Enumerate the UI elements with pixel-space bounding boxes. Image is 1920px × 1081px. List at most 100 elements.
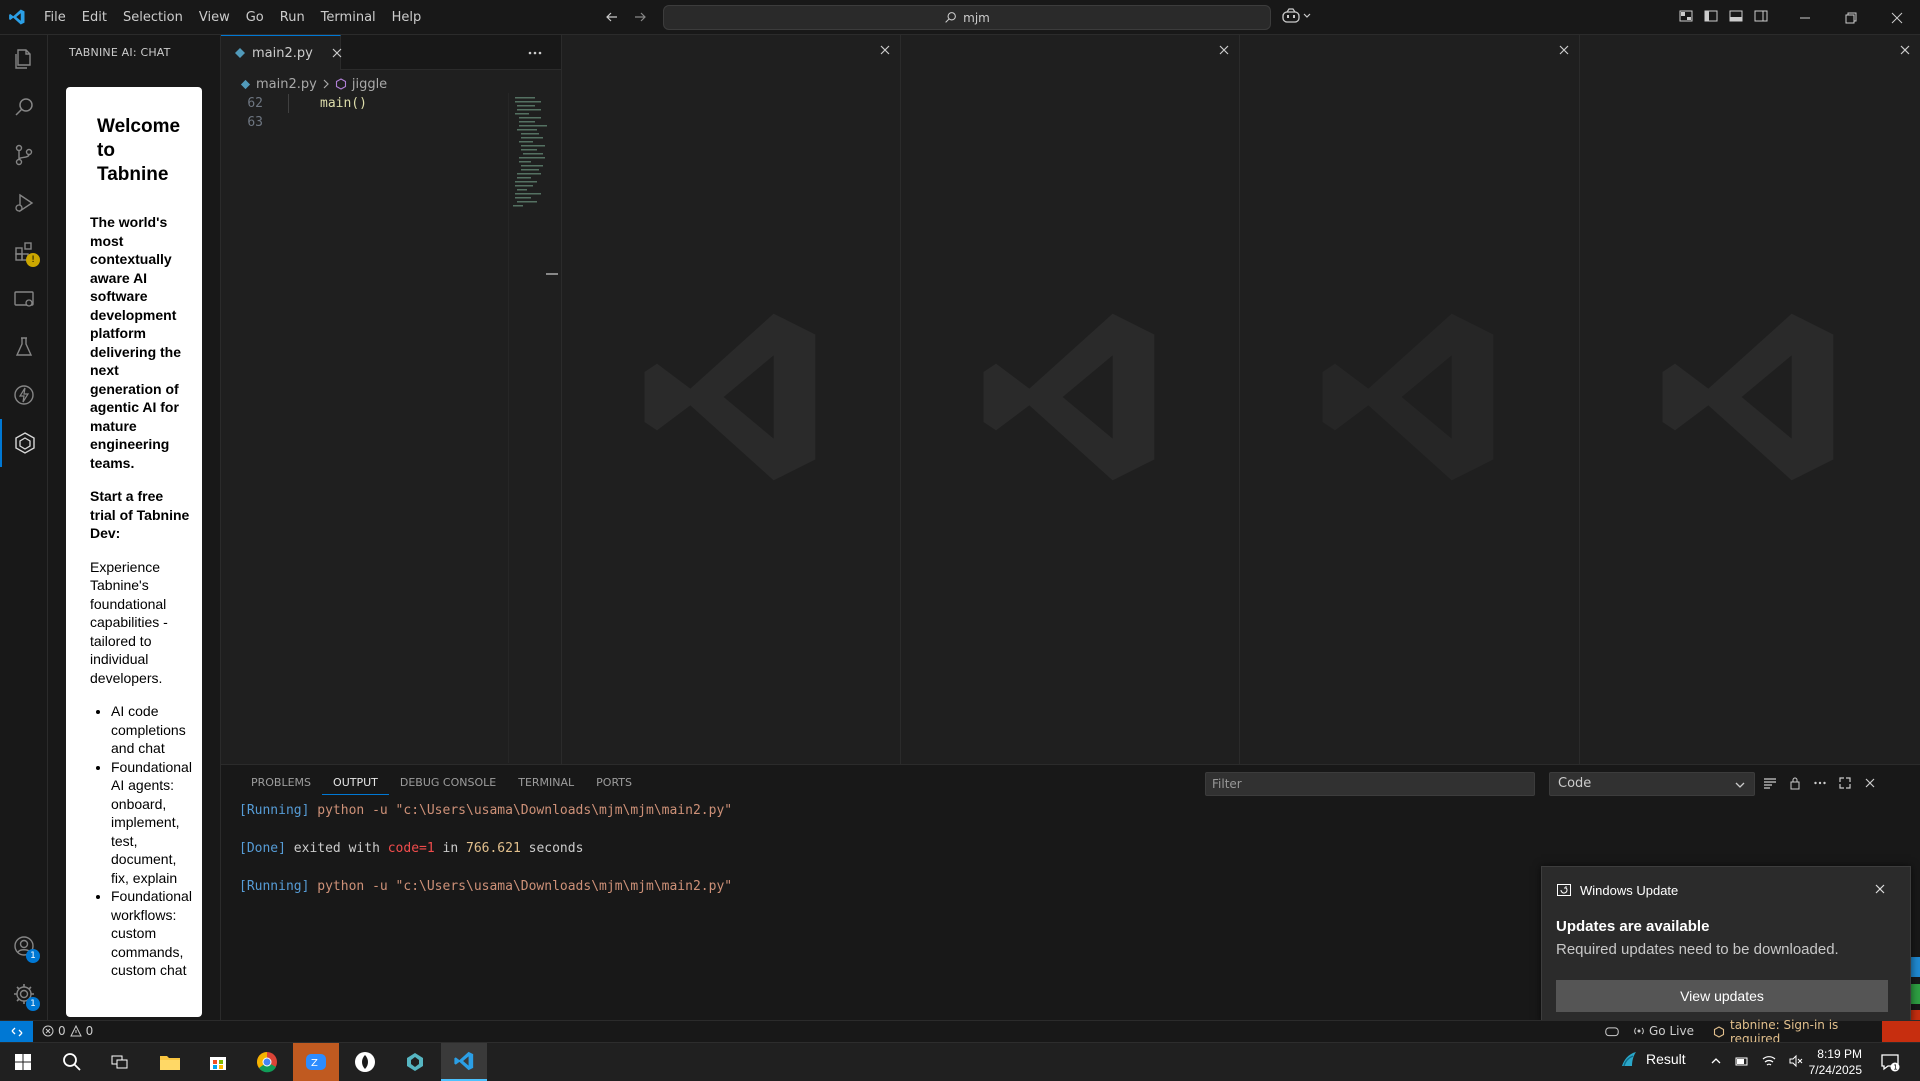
close-group-icon[interactable] (1558, 44, 1570, 56)
breadcrumb-file[interactable]: main2.py (256, 77, 317, 92)
minimize-icon[interactable] (1782, 0, 1828, 35)
tab-output[interactable]: OUTPUT (322, 771, 389, 795)
tab-main2-py[interactable]: main2.py (221, 35, 343, 70)
editor-group-5 (1579, 35, 1920, 764)
indent-guide (288, 94, 289, 113)
close-group-icon[interactable] (1899, 44, 1911, 56)
arrow-right-icon[interactable] (632, 9, 648, 25)
remote-indicator-icon[interactable] (0, 1021, 33, 1043)
tab-bar: main2.py (221, 35, 561, 70)
toggle-panel-icon[interactable] (1728, 8, 1744, 24)
close-icon[interactable] (1874, 883, 1886, 895)
vscode-watermark-icon (1650, 297, 1850, 497)
toggle-secondary-sidebar-icon[interactable] (1753, 8, 1769, 24)
close-group-icon[interactable] (1218, 44, 1230, 56)
task-view-icon[interactable] (97, 1043, 143, 1081)
status-bar: 0 0 Go Live tabnine: Sign-in is required (0, 1018, 1920, 1046)
output-log[interactable]: [Running] python -u "c:\Users\usama\Down… (239, 801, 732, 896)
minimap[interactable] (508, 93, 550, 763)
file-explorer-icon[interactable] (147, 1043, 193, 1081)
weather-widget[interactable]: Result (1618, 1048, 1686, 1070)
problems-indicator[interactable]: 0 0 (42, 1024, 93, 1038)
accounts-icon[interactable]: 1 (0, 922, 48, 970)
menu-terminal[interactable]: Terminal (313, 0, 384, 35)
more-actions-icon[interactable] (1813, 776, 1827, 790)
menu-edit[interactable]: Edit (74, 0, 115, 35)
close-group-icon[interactable] (879, 44, 891, 56)
customize-layout-icon[interactable] (1678, 8, 1694, 24)
close-window-icon[interactable] (1874, 0, 1920, 35)
tabnine-icon[interactable] (0, 419, 48, 467)
restore-icon[interactable] (1828, 0, 1874, 35)
menu-selection[interactable]: Selection (115, 0, 191, 35)
arrow-left-icon[interactable] (604, 9, 620, 25)
remote-explorer-icon[interactable] (0, 275, 48, 323)
code-line[interactable]: 63 (221, 113, 511, 132)
more-actions-icon[interactable] (527, 45, 543, 61)
filter-input[interactable]: Filter (1205, 772, 1535, 796)
vscode-watermark-icon (1310, 297, 1510, 497)
code-line[interactable]: 62 main() (221, 94, 511, 113)
copilot-status-icon[interactable] (1605, 1024, 1619, 1038)
dev-app-icon[interactable] (392, 1043, 438, 1081)
weather-icon (1618, 1048, 1640, 1070)
sidebar-title: TABNINE AI: CHAT (69, 46, 171, 59)
store-icon[interactable] (195, 1043, 241, 1081)
editor-group-4 (1239, 35, 1579, 764)
notifications-bell-icon[interactable] (1882, 1021, 1920, 1043)
tab-problems[interactable]: PROBLEMS (240, 771, 322, 795)
menu-file[interactable]: File (36, 0, 74, 35)
leaf-app-icon[interactable] (342, 1043, 388, 1081)
tab-debug-console[interactable]: DEBUG CONSOLE (389, 771, 507, 795)
zoom-app-icon[interactable]: Z (293, 1043, 339, 1081)
scrollbar-thumb[interactable] (546, 273, 558, 275)
notification-count: 1 (1893, 1064, 1897, 1072)
close-tab-icon[interactable] (331, 47, 343, 59)
copilot-button[interactable] (1282, 8, 1312, 24)
menu-run[interactable]: Run (272, 0, 313, 35)
view-updates-button[interactable]: View updates (1556, 980, 1888, 1012)
chrome-icon[interactable] (244, 1043, 290, 1081)
python-file-icon (234, 47, 246, 59)
taskbar-clock[interactable]: 8:19 PM 7/24/2025 (1792, 1046, 1862, 1078)
tab-ports[interactable]: PORTS (585, 771, 643, 795)
menu-view[interactable]: View (191, 0, 238, 35)
toggle-sidebar-icon[interactable] (1703, 8, 1719, 24)
menu-go[interactable]: Go (238, 0, 272, 35)
toast-header: Windows Update (1556, 882, 1678, 898)
source-control-icon[interactable] (0, 131, 48, 179)
output-exit-code: code=1 (387, 841, 435, 856)
go-live-button[interactable]: Go Live (1633, 1024, 1694, 1038)
lightning-icon[interactable] (0, 371, 48, 419)
status-right-items: Go Live (1605, 1024, 1694, 1038)
menu-help[interactable]: Help (384, 0, 430, 35)
tabnine-status-item[interactable]: tabnine: Sign-in is required (1707, 1018, 1877, 1046)
output-duration: 766.621 (466, 841, 521, 856)
notification-center-icon[interactable]: 1 (1880, 1052, 1900, 1072)
run-debug-icon[interactable] (0, 179, 48, 227)
extensions-icon[interactable]: ! (0, 227, 48, 275)
windows-start-icon[interactable] (0, 1043, 46, 1081)
maximize-panel-icon[interactable] (1838, 776, 1852, 790)
vscode-taskbar-icon[interactable] (441, 1043, 487, 1081)
chevron-up-icon[interactable] (1710, 1054, 1722, 1068)
tabnine-chat-panel[interactable]: Welcome to Tabnine The world's most cont… (66, 87, 202, 1017)
search-icon[interactable] (49, 1043, 95, 1081)
settings-gear-icon[interactable]: 1 (0, 970, 48, 1018)
explorer-icon[interactable] (0, 35, 48, 83)
error-count: 0 (58, 1024, 66, 1038)
sidebar: TABNINE AI: CHAT Welcome to Tabnine The … (48, 35, 221, 1020)
warning-icon (69, 1025, 82, 1037)
tab-terminal[interactable]: TERMINAL (507, 771, 585, 795)
output-text: in (442, 841, 459, 856)
clear-output-icon[interactable] (1763, 776, 1777, 790)
command-center-search[interactable]: mjm (663, 5, 1271, 30)
search-icon[interactable] (0, 83, 48, 131)
lock-icon[interactable] (1788, 776, 1802, 790)
testing-icon[interactable] (0, 323, 48, 371)
close-panel-icon[interactable] (1863, 776, 1877, 790)
battery-icon[interactable] (1735, 1054, 1749, 1068)
output-channel-select[interactable]: Code (1549, 772, 1755, 796)
wifi-icon[interactable] (1762, 1054, 1776, 1068)
breadcrumb-symbol[interactable]: jiggle (352, 77, 387, 92)
